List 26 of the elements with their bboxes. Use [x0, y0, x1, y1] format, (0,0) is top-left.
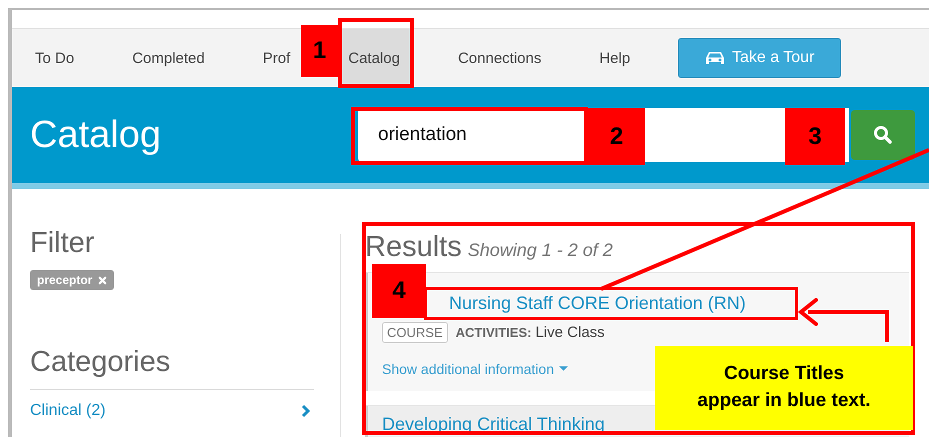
- callout-note: Course Titles appear in blue text.: [655, 346, 913, 430]
- step-number: 1: [301, 25, 338, 77]
- search-input[interactable]: orientation: [358, 108, 580, 162]
- step-number: 3: [785, 108, 845, 165]
- category-link[interactable]: Clinical (2): [30, 402, 106, 420]
- course-type-badge: COURSE: [382, 322, 448, 343]
- remove-icon[interactable]: [98, 276, 108, 284]
- nav-tab[interactable]: Prof: [252, 29, 300, 87]
- nav-tab[interactable]: Completed: [122, 29, 215, 87]
- search-button[interactable]: [851, 110, 915, 160]
- nav-tab[interactable]: Help: [589, 29, 640, 87]
- filter-heading: Filter: [30, 227, 96, 260]
- chevron-icon[interactable]: [301, 404, 311, 418]
- results-count: Showing 1 - 2 of 2: [468, 240, 613, 261]
- nav-tab[interactable]: Connections: [448, 29, 552, 87]
- activities-label: ACTIVITIES:: [456, 325, 532, 340]
- search-icon: [873, 125, 893, 145]
- page-title: Catalog: [30, 114, 162, 156]
- step-number: 2: [588, 108, 645, 165]
- car-icon: [704, 50, 725, 66]
- caret-icon: [559, 366, 568, 372]
- activities-value: Live Class: [535, 324, 605, 341]
- results-heading: Results: [365, 231, 462, 264]
- categories-heading: Categories: [30, 346, 314, 390]
- nav-tab[interactable]: To Do: [25, 29, 84, 87]
- step-number: 4: [372, 264, 426, 318]
